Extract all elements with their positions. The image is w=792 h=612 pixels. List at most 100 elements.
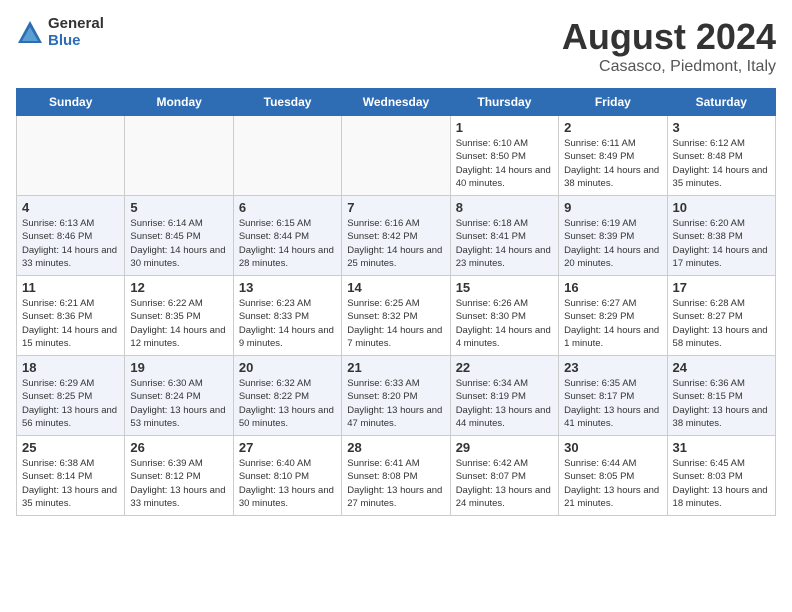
calendar-week-row-3: 18 Sunrise: 6:29 AM Sunset: 8:25 PM Dayli…: [17, 356, 776, 436]
title-area: August 2024 Casasco, Piedmont, Italy: [562, 16, 776, 76]
day-number: 7: [347, 200, 444, 215]
day-info: Sunrise: 6:18 AM Sunset: 8:41 PM Dayligh…: [456, 217, 553, 270]
day-number: 14: [347, 280, 444, 295]
logo-text: General Blue: [48, 16, 104, 49]
day-info: Sunrise: 6:22 AM Sunset: 8:35 PM Dayligh…: [130, 297, 227, 350]
calendar-cell: 12 Sunrise: 6:22 AM Sunset: 8:35 PM Dayli…: [125, 276, 233, 356]
day-number: 2: [564, 120, 661, 135]
calendar-cell: 24 Sunrise: 6:36 AM Sunset: 8:15 PM Dayli…: [667, 356, 775, 436]
day-number: 8: [456, 200, 553, 215]
day-info: Sunrise: 6:32 AM Sunset: 8:22 PM Dayligh…: [239, 377, 336, 430]
day-number: 20: [239, 360, 336, 375]
logo: General Blue: [16, 16, 104, 49]
calendar-cell: 11 Sunrise: 6:21 AM Sunset: 8:36 PM Dayli…: [17, 276, 125, 356]
weekday-header-saturday: Saturday: [667, 89, 775, 116]
day-info: Sunrise: 6:11 AM Sunset: 8:49 PM Dayligh…: [564, 137, 661, 190]
calendar-cell: 22 Sunrise: 6:34 AM Sunset: 8:19 PM Dayli…: [450, 356, 558, 436]
day-info: Sunrise: 6:25 AM Sunset: 8:32 PM Dayligh…: [347, 297, 444, 350]
day-number: 19: [130, 360, 227, 375]
weekday-header-row: SundayMondayTuesdayWednesdayThursdayFrid…: [17, 89, 776, 116]
calendar-cell: 13 Sunrise: 6:23 AM Sunset: 8:33 PM Dayli…: [233, 276, 341, 356]
day-number: 30: [564, 440, 661, 455]
calendar-cell: [125, 116, 233, 196]
day-number: 26: [130, 440, 227, 455]
calendar-cell: [233, 116, 341, 196]
day-info: Sunrise: 6:16 AM Sunset: 8:42 PM Dayligh…: [347, 217, 444, 270]
day-info: Sunrise: 6:40 AM Sunset: 8:10 PM Dayligh…: [239, 457, 336, 510]
day-number: 12: [130, 280, 227, 295]
day-number: 28: [347, 440, 444, 455]
day-number: 15: [456, 280, 553, 295]
day-info: Sunrise: 6:38 AM Sunset: 8:14 PM Dayligh…: [22, 457, 119, 510]
day-number: 10: [673, 200, 770, 215]
weekday-header-thursday: Thursday: [450, 89, 558, 116]
day-info: Sunrise: 6:41 AM Sunset: 8:08 PM Dayligh…: [347, 457, 444, 510]
calendar-cell: 14 Sunrise: 6:25 AM Sunset: 8:32 PM Dayli…: [342, 276, 450, 356]
day-number: 31: [673, 440, 770, 455]
day-number: 25: [22, 440, 119, 455]
day-info: Sunrise: 6:45 AM Sunset: 8:03 PM Dayligh…: [673, 457, 770, 510]
calendar-cell: 2 Sunrise: 6:11 AM Sunset: 8:49 PM Daylig…: [559, 116, 667, 196]
logo-general-text: General: [48, 16, 104, 33]
day-info: Sunrise: 6:36 AM Sunset: 8:15 PM Dayligh…: [673, 377, 770, 430]
calendar-cell: 3Sunrise: 6:12 AM Sunset: 8:48 PM Daylig…: [667, 116, 775, 196]
day-info: Sunrise: 6:10 AM Sunset: 8:50 PM Dayligh…: [456, 137, 553, 190]
day-info: Sunrise: 6:34 AM Sunset: 8:19 PM Dayligh…: [456, 377, 553, 430]
calendar-header: SundayMondayTuesdayWednesdayThursdayFrid…: [17, 89, 776, 116]
day-number: 1: [456, 120, 553, 135]
calendar-cell: 30Sunrise: 6:44 AM Sunset: 8:05 PM Dayli…: [559, 436, 667, 516]
weekday-header-friday: Friday: [559, 89, 667, 116]
day-info: Sunrise: 6:30 AM Sunset: 8:24 PM Dayligh…: [130, 377, 227, 430]
calendar-subtitle: Casasco, Piedmont, Italy: [562, 58, 776, 76]
day-number: 13: [239, 280, 336, 295]
calendar-cell: 15 Sunrise: 6:26 AM Sunset: 8:30 PM Dayli…: [450, 276, 558, 356]
day-number: 16: [564, 280, 661, 295]
day-info: Sunrise: 6:39 AM Sunset: 8:12 PM Dayligh…: [130, 457, 227, 510]
day-info: Sunrise: 6:23 AM Sunset: 8:33 PM Dayligh…: [239, 297, 336, 350]
day-info: Sunrise: 6:21 AM Sunset: 8:36 PM Dayligh…: [22, 297, 119, 350]
calendar-cell: 1 Sunrise: 6:10 AM Sunset: 8:50 PM Daylig…: [450, 116, 558, 196]
day-number: 9: [564, 200, 661, 215]
day-number: 18: [22, 360, 119, 375]
day-info: Sunrise: 6:27 AM Sunset: 8:29 PM Dayligh…: [564, 297, 661, 350]
calendar-cell: 28 Sunrise: 6:41 AM Sunset: 8:08 PM Dayli…: [342, 436, 450, 516]
calendar-week-row-4: 25 Sunrise: 6:38 AM Sunset: 8:14 PM Dayli…: [17, 436, 776, 516]
weekday-header-monday: Monday: [125, 89, 233, 116]
day-number: 17: [673, 280, 770, 295]
calendar-body: 1 Sunrise: 6:10 AM Sunset: 8:50 PM Daylig…: [17, 116, 776, 516]
calendar-cell: 31 Sunrise: 6:45 AM Sunset: 8:03 PM Dayli…: [667, 436, 775, 516]
calendar-cell: 26 Sunrise: 6:39 AM Sunset: 8:12 PM Dayli…: [125, 436, 233, 516]
calendar-table: SundayMondayTuesdayWednesdayThursdayFrid…: [16, 88, 776, 516]
day-info: Sunrise: 6:26 AM Sunset: 8:30 PM Dayligh…: [456, 297, 553, 350]
day-number: 27: [239, 440, 336, 455]
calendar-cell: [342, 116, 450, 196]
weekday-header-wednesday: Wednesday: [342, 89, 450, 116]
logo-blue-text: Blue: [48, 33, 104, 50]
calendar-cell: 10Sunrise: 6:20 AM Sunset: 8:38 PM Dayli…: [667, 196, 775, 276]
day-number: 6: [239, 200, 336, 215]
day-info: Sunrise: 6:15 AM Sunset: 8:44 PM Dayligh…: [239, 217, 336, 270]
day-number: 5: [130, 200, 227, 215]
calendar-cell: 29Sunrise: 6:42 AM Sunset: 8:07 PM Dayli…: [450, 436, 558, 516]
day-number: 11: [22, 280, 119, 295]
day-number: 29: [456, 440, 553, 455]
calendar-cell: 7 Sunrise: 6:16 AM Sunset: 8:42 PM Daylig…: [342, 196, 450, 276]
calendar-cell: 23Sunrise: 6:35 AM Sunset: 8:17 PM Dayli…: [559, 356, 667, 436]
day-number: 4: [22, 200, 119, 215]
calendar-week-row-0: 1 Sunrise: 6:10 AM Sunset: 8:50 PM Daylig…: [17, 116, 776, 196]
calendar-cell: 8 Sunrise: 6:18 AM Sunset: 8:41 PM Daylig…: [450, 196, 558, 276]
day-number: 3: [673, 120, 770, 135]
calendar-cell: 17 Sunrise: 6:28 AM Sunset: 8:27 PM Dayli…: [667, 276, 775, 356]
calendar-cell: 9 Sunrise: 6:19 AM Sunset: 8:39 PM Daylig…: [559, 196, 667, 276]
header: General Blue August 2024 Casasco, Piedmo…: [16, 16, 776, 76]
calendar-title: August 2024: [562, 16, 776, 58]
day-info: Sunrise: 6:28 AM Sunset: 8:27 PM Dayligh…: [673, 297, 770, 350]
logo-icon: [16, 19, 44, 47]
day-info: Sunrise: 6:29 AM Sunset: 8:25 PM Dayligh…: [22, 377, 119, 430]
day-info: Sunrise: 6:19 AM Sunset: 8:39 PM Dayligh…: [564, 217, 661, 270]
calendar-cell: 20 Sunrise: 6:32 AM Sunset: 8:22 PM Dayli…: [233, 356, 341, 436]
day-number: 22: [456, 360, 553, 375]
day-number: 23: [564, 360, 661, 375]
day-number: 24: [673, 360, 770, 375]
calendar-cell: 27 Sunrise: 6:40 AM Sunset: 8:10 PM Dayli…: [233, 436, 341, 516]
